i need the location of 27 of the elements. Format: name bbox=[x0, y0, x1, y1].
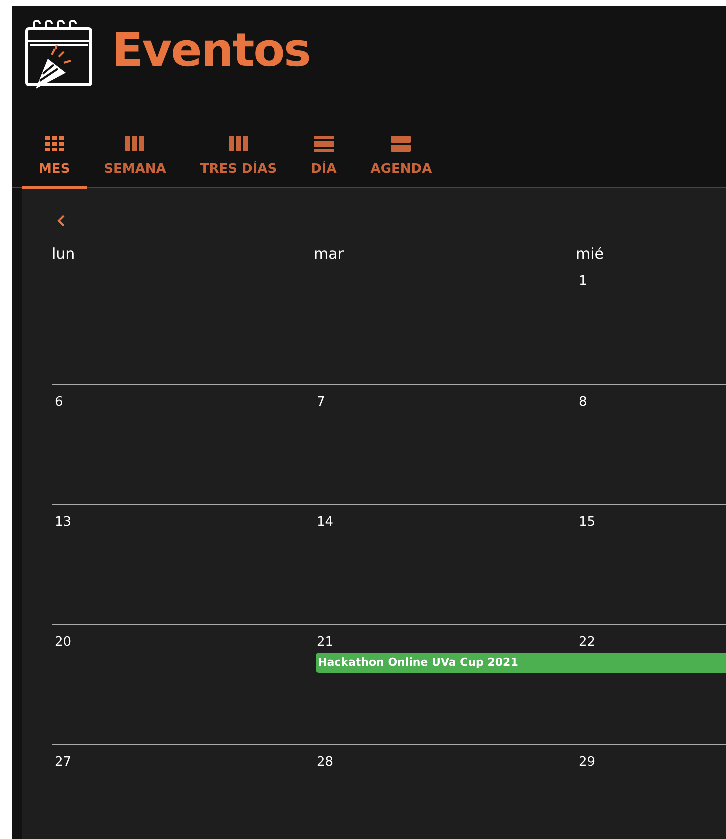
day-number: 27 bbox=[55, 755, 72, 770]
day-number: 22 bbox=[579, 635, 596, 650]
stacked-rows-icon bbox=[391, 136, 412, 152]
weekday-label: mié bbox=[576, 245, 604, 263]
day-number: 1 bbox=[579, 274, 588, 289]
day-number: 14 bbox=[317, 515, 334, 530]
view-tab[interactable]: TRES DÍAS bbox=[183, 134, 294, 189]
grid-icon bbox=[44, 136, 65, 152]
day-number: 8 bbox=[579, 395, 588, 410]
weekday-label: lun bbox=[52, 245, 76, 263]
view-tab[interactable]: AGENDA bbox=[354, 134, 450, 189]
event-bar[interactable]: Hackathon Online UVa Cup 2021 bbox=[316, 653, 726, 673]
day-number: 29 bbox=[579, 755, 596, 770]
day-number: 7 bbox=[317, 395, 326, 410]
day-number: 21 bbox=[317, 635, 334, 650]
day-number: 20 bbox=[55, 635, 72, 650]
view-tab[interactable]: SEMANA bbox=[87, 134, 184, 189]
app-title: Eventos bbox=[112, 22, 310, 78]
columns-icon bbox=[125, 136, 146, 152]
view-tab[interactable]: DÍA bbox=[294, 134, 354, 189]
day-number: 28 bbox=[317, 755, 334, 770]
day-number: 6 bbox=[55, 395, 64, 410]
columns-icon bbox=[228, 136, 249, 152]
rows-icon bbox=[314, 136, 334, 152]
day-number: 13 bbox=[55, 515, 72, 530]
weekday-label: mar bbox=[314, 245, 344, 263]
day-number: 15 bbox=[579, 515, 596, 530]
